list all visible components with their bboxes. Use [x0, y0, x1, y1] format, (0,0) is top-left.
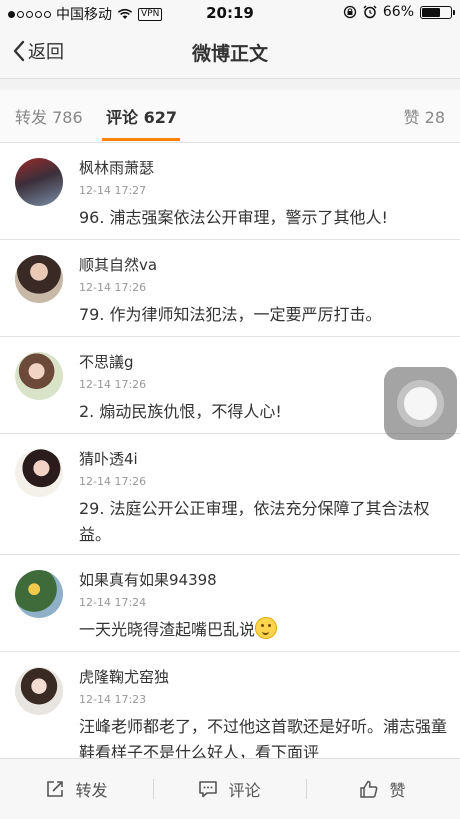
share-icon — [47, 781, 64, 797]
comment-time: 12-14 17:27 — [79, 184, 147, 197]
thumbs-up-icon — [360, 780, 378, 798]
comment-text: 79. 作为律师知法犯法，一定要严厉打击。 — [79, 305, 382, 324]
repost-label: 转发 — [75, 781, 108, 800]
comment-item[interactable]: 顺其自然va 12-14 17:26 79. 作为律师知法犯法，一定要严厉打击。 — [0, 240, 460, 337]
avatar[interactable] — [15, 158, 63, 206]
alarm-icon — [363, 5, 377, 19]
comment-text-content: 一天光晓得渣起嘴巴乱说 — [79, 620, 256, 639]
comment-author[interactable]: 虎隆鞠尤窑独 — [79, 666, 169, 687]
comment-text: 一天光晓得渣起嘴巴乱说 — [79, 617, 447, 643]
comment-item[interactable]: 虎隆鞠尤窑独 12-14 17:23 汪峰老师都老了，不过他这首歌还是好听。浦志… — [0, 652, 460, 758]
thinking-emoji-icon — [255, 617, 278, 639]
battery-percent: 66% — [382, 4, 414, 20]
comment-label: 评论 — [228, 781, 261, 800]
comment-time: 12-14 17:24 — [79, 596, 147, 609]
avatar[interactable] — [15, 255, 63, 303]
comment-author[interactable]: 如果真有如果94398 — [79, 569, 217, 590]
avatar[interactable] — [15, 570, 63, 618]
lock-rotation-icon — [343, 5, 357, 19]
comment-text: 96. 浦志强案依法公开审理，警示了其他人! — [79, 208, 388, 227]
comment-list[interactable]: 枫林雨萧瑟 12-14 17:27 96. 浦志强案依法公开审理，警示了其他人!… — [0, 143, 460, 758]
assistive-touch-button[interactable] — [384, 367, 457, 440]
back-button[interactable]: 返回 — [12, 38, 64, 64]
avatar[interactable] — [15, 352, 63, 400]
tab-like[interactable]: 赞 28 — [404, 104, 445, 128]
comment-author[interactable]: 猜卟透4i — [79, 448, 138, 469]
battery-icon — [420, 5, 455, 19]
navigation-bar: 返回 微博正文 — [0, 26, 460, 79]
comment-text: 29. 法庭公开公正审理，依法充分保障了其合法权益。 — [79, 499, 430, 544]
comment-item[interactable]: 枫林雨萧瑟 12-14 17:27 96. 浦志强案依法公开审理，警示了其他人! — [0, 143, 460, 240]
tab-comment[interactable]: 评论 627 — [106, 104, 177, 128]
avatar[interactable] — [15, 449, 63, 497]
status-bar: 中国移动 VPN 20:19 66% — [0, 0, 460, 26]
comment-button[interactable]: 评论 — [153, 759, 306, 819]
comment-item[interactable]: 猜卟透4i 12-14 17:26 29. 法庭公开公正审理，依法充分保障了其合… — [0, 434, 460, 555]
comment-time: 12-14 17:26 — [79, 378, 147, 391]
comment-author[interactable]: 枫林雨萧瑟 — [79, 157, 154, 178]
comment-time: 12-14 17:26 — [79, 281, 147, 294]
page-title: 微博正文 — [191, 43, 268, 65]
tab-repost[interactable]: 转发 786 — [15, 104, 83, 128]
like-label: 赞 — [389, 781, 406, 800]
comment-item[interactable]: 如果真有如果94398 12-14 17:24 一天光晓得渣起嘴巴乱说 — [0, 555, 460, 652]
repost-button[interactable]: 转发 — [0, 759, 153, 819]
comment-time: 12-14 17:23 — [79, 693, 147, 706]
like-button[interactable]: 赞 — [306, 759, 459, 819]
bottom-toolbar: 转发 评论 赞 — [0, 758, 460, 819]
comment-icon — [199, 781, 218, 798]
avatar[interactable] — [15, 667, 63, 715]
back-chevron-icon — [13, 40, 25, 62]
active-tab-indicator — [102, 138, 180, 141]
tab-bar: 转发 786 评论 627 赞 28 — [0, 90, 460, 143]
back-label: 返回 — [28, 42, 64, 63]
comment-time: 12-14 17:26 — [79, 475, 147, 488]
comment-author[interactable]: 顺其自然va — [79, 254, 157, 275]
comment-text: 汪峰老师都老了，不过他这首歌还是好听。浦志强童鞋看样子不是什么好人，看下面评 — [79, 717, 448, 758]
comment-author[interactable]: 不思議g — [79, 351, 134, 372]
